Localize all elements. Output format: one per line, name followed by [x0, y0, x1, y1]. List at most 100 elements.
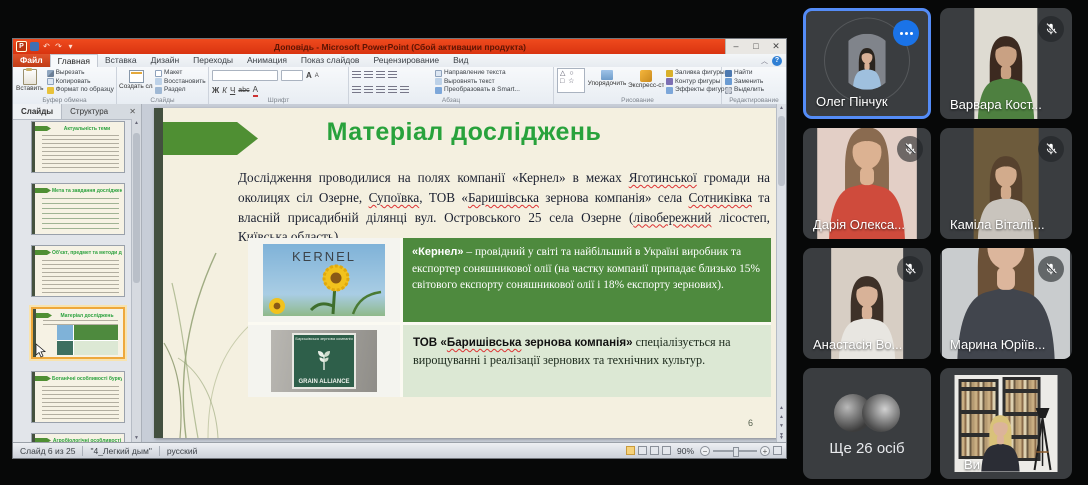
smartart-button[interactable]: Преобразовать в Smart...: [435, 86, 550, 94]
undo-icon[interactable]: ↶: [42, 42, 51, 51]
bold-icon[interactable]: Ж: [212, 86, 219, 96]
tab-review[interactable]: Рецензирование: [366, 54, 446, 67]
slide-body-text: Дослідження проводилися на полях компані…: [238, 168, 770, 247]
save-icon[interactable]: [30, 42, 39, 51]
font-name-select[interactable]: [212, 70, 278, 81]
close-button[interactable]: ✕: [766, 39, 786, 54]
numbering-icon[interactable]: [364, 70, 373, 78]
shape-effects-button[interactable]: Эффекты фигур: [666, 86, 718, 94]
slide-thumbnail-3[interactable]: 3 Актуальність теми: [31, 121, 125, 173]
find-button[interactable]: Найти: [725, 69, 764, 77]
shrink-font-icon[interactable]: А: [315, 71, 319, 81]
scroll-up-icon[interactable]: ▲: [132, 119, 141, 128]
participant-tile-varvara[interactable]: Варвара Кост...: [940, 8, 1072, 119]
zoom-slider[interactable]: [713, 450, 757, 452]
slide-canvas[interactable]: Матеріал досліджень Дослідження проводил…: [154, 108, 779, 438]
slideshow-view-icon[interactable]: [662, 446, 671, 455]
overflow-tile[interactable]: Ще 26 осіб: [803, 368, 931, 479]
panel-close-icon[interactable]: ✕: [124, 104, 141, 119]
tab-transitions[interactable]: Переходы: [186, 54, 240, 67]
shape-fill-button[interactable]: Заливка фигуры: [666, 69, 718, 77]
previous-slide-icon[interactable]: ▲▲: [777, 404, 786, 413]
panel-scrollbar[interactable]: ▲ ▼: [131, 119, 141, 443]
participant-name: Каміла Віталії...: [950, 217, 1045, 232]
text-direction-button[interactable]: Направление текста: [435, 69, 550, 77]
select-button[interactable]: Выделить: [725, 86, 764, 94]
reset-button[interactable]: Восстановить: [155, 78, 206, 86]
self-tile[interactable]: Ви: [940, 368, 1072, 479]
tab-slideshow[interactable]: Показ слайдов: [294, 54, 367, 67]
zoom-out-icon[interactable]: −: [700, 446, 710, 456]
next-slide-icon[interactable]: ▼▼: [777, 422, 786, 431]
minimize-button[interactable]: –: [726, 39, 746, 54]
font-size-select[interactable]: [281, 70, 303, 81]
fit-to-window-icon[interactable]: [773, 446, 782, 455]
tab-insert[interactable]: Вставка: [98, 54, 144, 67]
grain-alliance-image: Баришівська зернова компанія GRAIN ALLI: [271, 330, 377, 392]
language-indicator[interactable]: русский: [160, 446, 205, 456]
section-button[interactable]: Раздел: [155, 86, 206, 94]
columns-icon[interactable]: [400, 85, 409, 93]
window-titlebar[interactable]: P ↶ ↷ ▾ Доповідь - Microsoft PowerPoint …: [13, 39, 786, 54]
quick-styles-button[interactable]: Экспресс-стили: [629, 68, 663, 95]
bullets-icon[interactable]: [352, 70, 361, 78]
align-text-button[interactable]: Выровнять текст: [435, 78, 550, 86]
participant-tile-anastasiia[interactable]: Анастасія Во...: [803, 248, 931, 359]
zoom-in-icon[interactable]: +: [760, 446, 770, 456]
replace-button[interactable]: Заменить: [725, 78, 764, 86]
tab-design[interactable]: Дизайн: [144, 54, 187, 67]
cut-button[interactable]: Вырезать: [47, 69, 114, 77]
tab-view[interactable]: Вид: [446, 54, 475, 67]
underline-icon[interactable]: Ч: [230, 86, 235, 96]
avatar: [839, 33, 895, 89]
reading-view-icon[interactable]: [650, 446, 659, 455]
strikethrough-icon[interactable]: abc: [238, 86, 249, 96]
arrange-button[interactable]: Упорядочить: [588, 68, 626, 95]
indent-icon[interactable]: [376, 70, 385, 78]
tab-file[interactable]: Файл: [13, 54, 50, 67]
ribbon-group-drawing: △ ○ □ ☆ Упорядочить Экспресс-стили Залив…: [554, 67, 722, 104]
slide-thumbnail-4[interactable]: 4 Мета та завдання дослідження: [31, 183, 125, 235]
participant-tile-kamila[interactable]: Каміла Віталії...: [940, 128, 1072, 239]
panel-tab-outline[interactable]: Структура: [62, 104, 116, 119]
participant-tile-maryna[interactable]: Марина Юріїв...: [940, 248, 1072, 359]
justify-icon[interactable]: [388, 85, 397, 93]
align-right-icon[interactable]: [376, 85, 385, 93]
copy-button[interactable]: Копировать: [47, 78, 114, 86]
normal-view-icon[interactable]: [626, 446, 635, 455]
participant-tile-oleh[interactable]: Олег Пінчук: [803, 8, 931, 119]
qat-dropdown-icon[interactable]: ▾: [66, 42, 75, 51]
grow-font-icon[interactable]: А: [306, 71, 312, 81]
shapes-gallery[interactable]: △ ○ □ ☆: [557, 68, 585, 93]
align-left-icon[interactable]: [352, 85, 361, 93]
align-center-icon[interactable]: [364, 85, 373, 93]
redo-icon[interactable]: ↷: [54, 42, 63, 51]
slide-thumbnail-7[interactable]: 7 Ботанічні особливості буркуна: [31, 371, 125, 423]
mic-off-icon: [1038, 16, 1064, 42]
minimize-ribbon-icon[interactable]: ︿: [761, 56, 768, 66]
wheat-icon: [313, 349, 335, 371]
more-options-button[interactable]: [893, 20, 919, 46]
tab-home[interactable]: Главная: [50, 54, 98, 67]
stacked-avatars: [834, 394, 900, 432]
text-direction-icon: [435, 70, 442, 77]
panel-tab-slides[interactable]: Слайды: [13, 104, 62, 119]
layout-button[interactable]: Макет: [155, 69, 206, 77]
font-color-icon[interactable]: А: [253, 85, 258, 97]
shape-outline-button[interactable]: Контур фигуры: [666, 78, 718, 86]
mic-off-icon: [1038, 256, 1064, 282]
italic-icon[interactable]: К: [222, 86, 227, 96]
line-spacing-icon[interactable]: [388, 70, 397, 78]
slide-sorter-view-icon[interactable]: [638, 446, 647, 455]
participant-name: Дарія Олекса...: [813, 217, 905, 232]
slide-thumbnail-5[interactable]: 5 Об'єкт, предмет та методи досліджень: [31, 245, 125, 297]
maximize-button[interactable]: □: [746, 39, 766, 54]
paste-button[interactable]: Вставить: [16, 68, 44, 95]
participant-tile-dariia[interactable]: Дарія Олекса...: [803, 128, 931, 239]
tab-animations[interactable]: Анимация: [240, 54, 294, 67]
help-icon[interactable]: ?: [772, 56, 782, 66]
scroll-up-icon[interactable]: ▲: [777, 104, 786, 113]
new-slide-button[interactable]: Создать слайд: [120, 68, 152, 95]
format-painter-button[interactable]: Формат по образцу: [47, 86, 114, 94]
slide-scrollbar[interactable]: ▲ ▲▲ ▼▼ ▼: [776, 104, 786, 443]
